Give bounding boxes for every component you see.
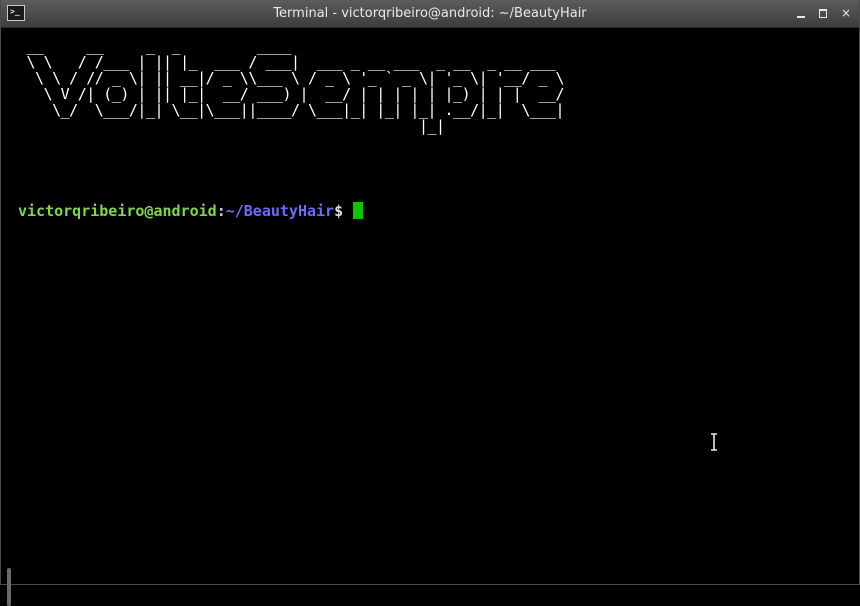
close-button[interactable]: × xyxy=(839,6,853,20)
maximize-button[interactable] xyxy=(816,6,830,20)
maximize-icon xyxy=(819,9,827,18)
shell-prompt-line[interactable]: victorqribeiro@android:~/BeautyHair$ xyxy=(18,201,364,221)
scrollbar-thumb[interactable] xyxy=(7,568,11,606)
close-icon: × xyxy=(840,6,852,20)
terminal-window: >_ Terminal - victorqribeiro@android: ~/… xyxy=(0,0,860,606)
mouse-ibeam-cursor-icon xyxy=(711,433,717,451)
prompt-path: ~/BeautyHair xyxy=(225,202,335,220)
minimize-button[interactable] xyxy=(794,6,808,20)
prompt-separator: : xyxy=(216,202,226,220)
ascii-art-banner: __ __ _ _ ____ \ \ / /___ | || |_ ___ / … xyxy=(26,37,565,135)
terminal-output-area[interactable]: __ __ _ _ ____ \ \ / /___ | || |_ ___ / … xyxy=(2,28,858,606)
minimize-icon xyxy=(797,16,805,18)
prompt-symbol: $ xyxy=(334,202,353,220)
window-title: Terminal - victorqribeiro@android: ~/Bea… xyxy=(273,6,587,21)
prompt-user-host: victorqribeiro@android xyxy=(18,202,217,220)
title-bar[interactable]: >_ Terminal - victorqribeiro@android: ~/… xyxy=(1,0,859,28)
text-cursor xyxy=(353,202,364,219)
